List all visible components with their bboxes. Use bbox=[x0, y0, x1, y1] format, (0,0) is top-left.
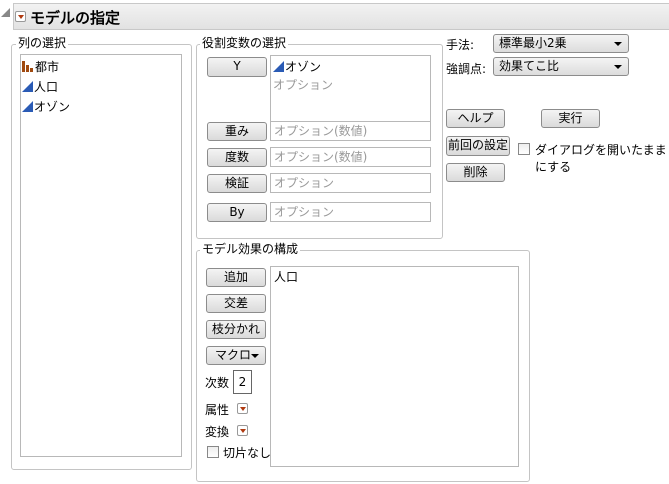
validation-field[interactable]: オプション bbox=[270, 173, 431, 193]
no-intercept-checkbox[interactable] bbox=[207, 446, 219, 458]
by-field[interactable]: オプション bbox=[270, 202, 431, 222]
y-button[interactable]: Y bbox=[207, 57, 267, 77]
page-title: モデルの指定 bbox=[30, 9, 121, 27]
emphasis-dropdown[interactable]: 効果てこ比 bbox=[493, 57, 629, 76]
attributes-label: 属性 bbox=[205, 403, 230, 417]
attributes-menu-icon[interactable] bbox=[237, 403, 248, 414]
transform-label: 変換 bbox=[205, 425, 230, 439]
column-item-city[interactable]: 都市 bbox=[22, 57, 180, 77]
weight-field[interactable]: オプション(数値) bbox=[270, 121, 431, 141]
emphasis-label: 強調点: bbox=[446, 62, 487, 76]
by-button[interactable]: By bbox=[207, 203, 267, 222]
method-dropdown[interactable]: 標準最小2乗 bbox=[493, 34, 629, 53]
column-list[interactable]: 都市 人口 オゾン bbox=[20, 54, 182, 457]
freq-button[interactable]: 度数 bbox=[207, 148, 267, 167]
y-placeholder: オプション bbox=[273, 78, 334, 92]
add-button[interactable]: 追加 bbox=[206, 268, 266, 287]
validation-button[interactable]: 検証 bbox=[207, 174, 267, 193]
column-item-population[interactable]: 人口 bbox=[22, 77, 180, 97]
continuous-icon bbox=[273, 61, 284, 72]
degree-label: 次数 bbox=[205, 376, 230, 390]
roles-label: 役割変数の選択 bbox=[200, 34, 289, 51]
recall-button[interactable]: 前回の設定 bbox=[446, 136, 510, 156]
y-role-item[interactable]: オゾン bbox=[273, 58, 428, 76]
continuous-icon bbox=[22, 101, 33, 112]
keep-open-checkbox[interactable] bbox=[518, 143, 530, 155]
run-button[interactable]: 実行 bbox=[541, 109, 600, 128]
degree-input[interactable]: 2 bbox=[233, 370, 252, 394]
help-button[interactable]: ヘルプ bbox=[446, 109, 505, 128]
keep-open-label: ダイアログを開いたままにする bbox=[535, 143, 667, 174]
weight-button[interactable]: 重み bbox=[207, 122, 267, 141]
nominal-icon bbox=[22, 61, 34, 72]
title-bar: モデルの指定 bbox=[13, 3, 669, 30]
continuous-icon bbox=[22, 81, 33, 92]
nest-button[interactable]: 枝分かれ bbox=[206, 320, 266, 339]
y-role-list[interactable]: オゾン オプション bbox=[270, 55, 431, 122]
model-effects-label: モデル効果の構成 bbox=[200, 240, 301, 257]
cross-button[interactable]: 交差 bbox=[206, 294, 266, 313]
outline-toggle-icon[interactable] bbox=[1, 8, 10, 17]
method-label: 手法: bbox=[446, 38, 475, 52]
column-selection-label: 列の選択 bbox=[16, 34, 69, 51]
column-item-ozone[interactable]: オゾン bbox=[22, 97, 180, 117]
remove-button[interactable]: 削除 bbox=[446, 163, 505, 182]
macros-button[interactable]: マクロ bbox=[206, 346, 266, 365]
effects-list[interactable]: 人口 bbox=[270, 266, 519, 467]
transform-menu-icon[interactable] bbox=[237, 425, 248, 436]
effect-item[interactable]: 人口 bbox=[274, 269, 515, 285]
freq-field[interactable]: オプション(数値) bbox=[270, 147, 431, 167]
no-intercept-label: 切片なし bbox=[223, 446, 272, 460]
red-triangle-menu-icon[interactable] bbox=[15, 11, 26, 22]
